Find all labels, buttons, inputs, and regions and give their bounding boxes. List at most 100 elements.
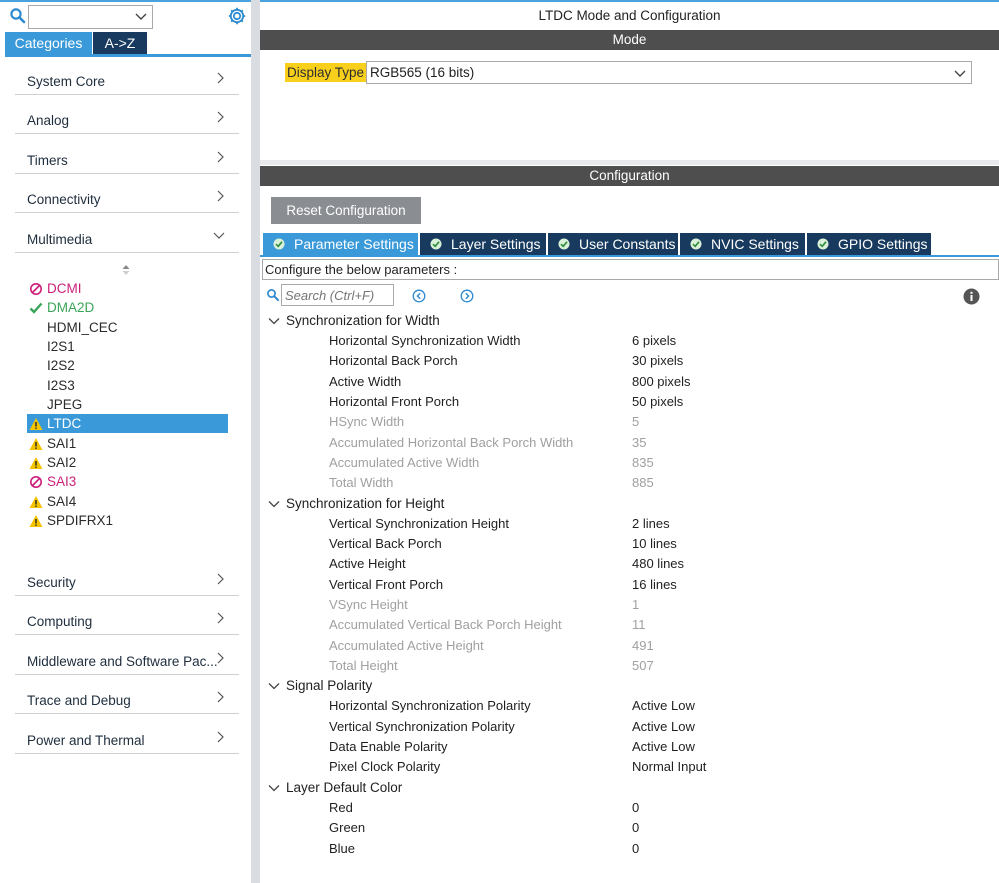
param-name: Horizontal Synchronization Width [329,333,521,348]
param-value[interactable]: 0 [632,818,639,838]
warning-icon [29,418,43,430]
category-system-core[interactable]: System Core [15,56,239,95]
peripheral-label: SAI1 [47,436,77,451]
param-value[interactable]: Active Low [632,696,695,716]
panel-splitter[interactable] [251,0,260,883]
display-type-select[interactable]: RGB565 (16 bits) [366,61,972,84]
tab-label: GPIO Settings [838,236,928,252]
peripheral-jpeg[interactable]: JPEG [27,395,228,414]
param-value: 835 [632,455,654,470]
search-icon[interactable] [9,7,27,25]
peripheral-sai1[interactable]: SAI1 [27,434,228,453]
mode-divider[interactable] [260,160,999,165]
category-security[interactable]: Security [15,557,239,596]
tab-categories[interactable]: Categories [5,32,92,54]
check-circle-icon [690,238,702,250]
category-power-and-thermal[interactable]: Power and Thermal [15,715,239,754]
param-name: Accumulated Active Height [329,638,484,653]
tab-label: User Constants [579,236,676,252]
chevron-right-icon [217,72,224,84]
param-value[interactable]: 6 pixels [632,331,676,351]
param-value[interactable]: 0 [632,798,639,818]
info-icon[interactable] [963,288,980,305]
peripheral-i2s1[interactable]: I2S1 [27,337,228,356]
param-value[interactable]: Active Low [632,737,695,757]
chevron-right-icon [217,573,224,585]
category-analog[interactable]: Analog [15,95,239,134]
param-value[interactable]: 30 pixels [632,351,683,371]
tab-a-to-z[interactable]: A->Z [93,32,147,54]
category-label: Middleware and Software Pac... [27,654,218,669]
category-trace-and-debug[interactable]: Trace and Debug [15,675,239,714]
category-multimedia[interactable]: Multimedia [15,214,239,253]
param-value[interactable]: 10 lines [632,534,677,554]
param-value[interactable]: 2 lines [632,514,670,534]
category-label: Computing [27,614,93,629]
peripheral-ltdc[interactable]: LTDC [27,414,228,433]
group-title: Synchronization for Width [286,313,440,328]
param-value: 35 [632,435,647,450]
reset-configuration-button[interactable]: Reset Configuration [271,197,421,224]
peripheral-dma2d[interactable]: DMA2D [27,298,228,317]
peripheral-i2s2[interactable]: I2S2 [27,356,228,375]
param-value[interactable]: 800 pixels [632,372,691,392]
configuration-header: Configuration [260,166,999,186]
param-value: 11 [632,617,646,632]
gear-icon[interactable] [227,6,247,26]
peripheral-sai2[interactable]: SAI2 [27,453,228,472]
tab-label: Layer Settings [451,236,541,252]
peripheral-sai3[interactable]: SAI3 [27,472,228,491]
peripheral-dcmi[interactable]: DCMI [27,279,228,298]
category-middleware[interactable]: Middleware and Software Pac... [15,636,239,675]
parameter-search-input[interactable] [281,284,394,306]
peripheral-label: I2S1 [47,339,75,354]
category-label: System Core [27,74,106,89]
tab-label: NVIC Settings [711,236,799,252]
tab-nvic-settings[interactable]: NVIC Settings [680,233,806,255]
param-value[interactable]: 480 lines [632,554,684,574]
param-name: Blue [329,841,356,856]
chevron-right-icon [217,190,224,202]
param-name: Vertical Synchronization Height [329,516,509,531]
param-name: Vertical Back Porch [329,536,442,551]
display-type-value: RGB565 (16 bits) [370,65,475,80]
sort-icon[interactable] [121,264,131,276]
param-name: Horizontal Front Porch [329,394,460,409]
group-title: Signal Polarity [286,678,373,693]
warning-icon [29,515,43,527]
warning-icon [29,457,43,469]
peripheral-spdifrx1[interactable]: SPDIFRX1 [27,511,228,530]
category-timers[interactable]: Timers [15,135,239,174]
peripheral-i2s3[interactable]: I2S3 [27,376,228,395]
tab-layer-settings[interactable]: Layer Settings [420,233,547,255]
category-computing[interactable]: Computing [15,596,239,635]
mode-header: Mode [260,30,999,50]
peripheral-label: LTDC [47,416,82,431]
chevron-down-icon[interactable] [953,66,967,80]
check-circle-icon [558,238,570,250]
category-connectivity[interactable]: Connectivity [15,174,239,213]
check-circle-icon [817,238,829,250]
param-value[interactable]: Normal Input [632,757,706,777]
param-value: 1 [632,597,640,612]
previous-match-icon[interactable] [412,289,426,303]
next-match-icon[interactable] [460,289,474,303]
peripheral-hdmi-cec[interactable]: HDMI_CEC [27,318,228,337]
warning-icon [29,438,43,450]
chevron-down-icon[interactable] [134,9,148,23]
chevron-right-icon [217,652,224,664]
disabled-icon [30,476,42,488]
config-description: Configure the below parameters : [262,259,999,280]
param-name: VSync Height [329,597,408,612]
param-value[interactable]: 0 [632,839,639,859]
tab-gpio-settings[interactable]: GPIO Settings [807,233,932,255]
panel-title: LTDC Mode and Configuration [538,8,721,23]
param-value[interactable]: Active Low [632,717,695,737]
category-search-combo[interactable] [28,5,153,29]
tab-parameter-settings[interactable]: Parameter Settings [263,233,419,255]
param-value[interactable]: 50 pixels [632,392,683,412]
param-name: Total Height [329,658,398,673]
param-value[interactable]: 16 lines [632,575,677,595]
tab-user-constants[interactable]: User Constants [548,233,679,255]
peripheral-sai4[interactable]: SAI4 [27,492,228,511]
